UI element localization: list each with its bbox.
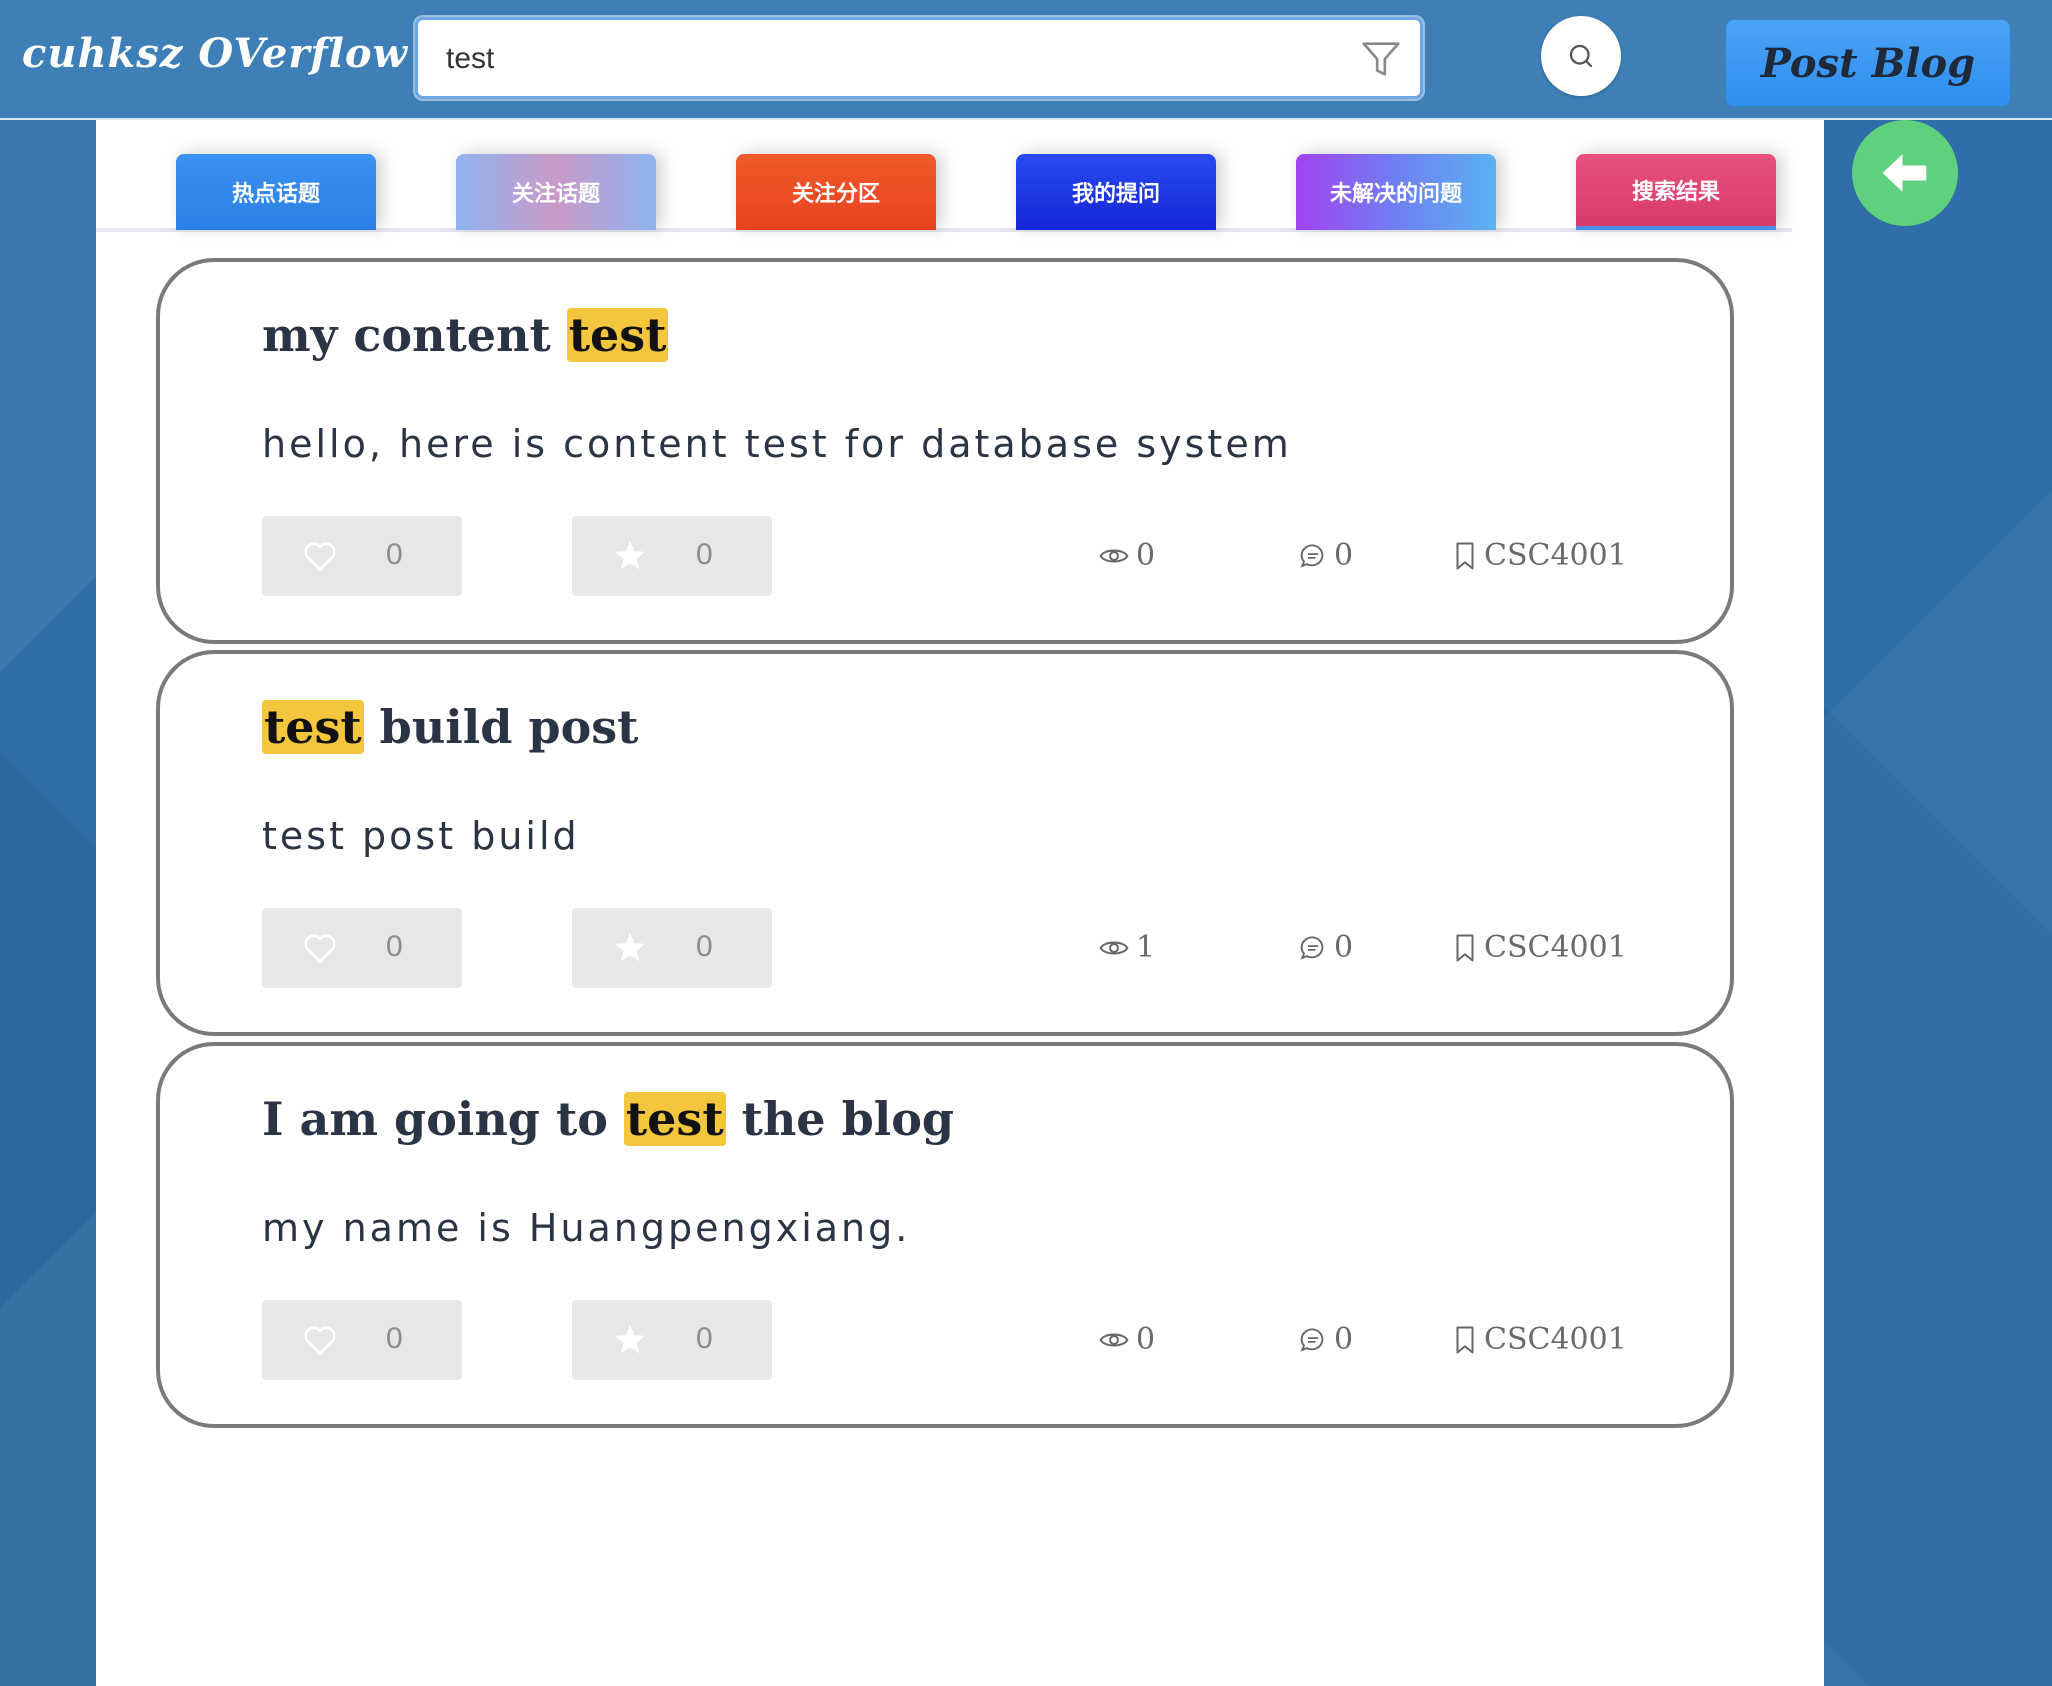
like-button[interactable]: 0 — [262, 516, 462, 596]
arrow-left-icon — [1882, 154, 1927, 192]
site-logo[interactable]: cuhksz OVerflow — [22, 30, 408, 77]
comment-count: 0 — [1298, 1322, 1353, 1357]
tab-followed-topics[interactable]: 关注话题 — [456, 154, 656, 230]
post-tag[interactable]: CSC4001 — [1452, 930, 1627, 965]
bookmark-icon — [1456, 934, 1474, 961]
post-title[interactable]: I am going to test the blog — [262, 1092, 954, 1146]
bookmark-icon — [1456, 542, 1474, 569]
heart-icon — [304, 542, 336, 571]
eye-icon — [1099, 941, 1129, 954]
like-button[interactable]: 0 — [262, 908, 462, 988]
tab-hot-topics[interactable]: 热点话题 — [176, 154, 376, 230]
post-card[interactable]: I am going to test the blog my name is H… — [156, 1042, 1734, 1428]
like-button[interactable]: 0 — [262, 1300, 462, 1380]
favorite-button[interactable]: 0 — [572, 1300, 772, 1380]
view-count: 0 — [1098, 538, 1155, 573]
tab-my-questions[interactable]: 我的提问 — [1016, 154, 1216, 230]
eye-icon — [1099, 549, 1129, 562]
tab-search-results[interactable]: 搜索结果 — [1576, 154, 1776, 230]
post-title[interactable]: my content test — [262, 308, 669, 362]
comment-icon — [1300, 543, 1324, 568]
search-highlight: test — [566, 308, 669, 362]
view-count: 1 — [1098, 930, 1155, 965]
post-card[interactable]: test build post test post build 0 0 1 0 … — [156, 650, 1734, 1036]
comment-count: 0 — [1298, 538, 1353, 573]
post-body: hello, here is content test for database… — [262, 422, 1292, 466]
search-icon — [1569, 44, 1593, 68]
comment-icon — [1300, 935, 1324, 960]
post-body: my name is Huangpengxiang. — [262, 1206, 911, 1250]
back-button[interactable] — [1852, 120, 1958, 226]
favorite-count: 0 — [696, 1322, 713, 1355]
favorite-button[interactable]: 0 — [572, 908, 772, 988]
tabs-bar: 热点话题 关注话题 关注分区 我的提问 未解决的问题 搜索结果 — [96, 120, 1792, 232]
tab-followed-sections[interactable]: 关注分区 — [736, 154, 936, 230]
favorite-count: 0 — [696, 538, 713, 571]
heart-icon — [304, 1326, 336, 1355]
post-body: test post build — [262, 814, 580, 858]
like-count: 0 — [386, 538, 403, 571]
main-panel: 热点话题 关注话题 关注分区 我的提问 未解决的问题 搜索结果 my conte… — [96, 120, 1824, 1686]
star-icon — [615, 541, 645, 570]
favorite-button[interactable]: 0 — [572, 516, 772, 596]
post-title[interactable]: test build post — [262, 700, 638, 754]
filter-icon[interactable] — [1358, 36, 1404, 82]
search-box — [415, 17, 1423, 99]
star-icon — [615, 1325, 645, 1354]
search-highlight: test — [262, 700, 364, 754]
post-blog-button[interactable]: Post Blog — [1726, 20, 2010, 106]
post-tag[interactable]: CSC4001 — [1452, 538, 1627, 573]
like-count: 0 — [386, 930, 403, 963]
post-card[interactable]: my content test hello, here is content t… — [156, 258, 1734, 644]
eye-icon — [1099, 1333, 1129, 1346]
like-count: 0 — [386, 1322, 403, 1355]
comment-count: 0 — [1298, 930, 1353, 965]
favorite-count: 0 — [696, 930, 713, 963]
tab-unsolved-questions[interactable]: 未解决的问题 — [1296, 154, 1496, 230]
top-header: cuhksz OVerflow Post Blog — [0, 0, 2052, 120]
star-icon — [615, 933, 645, 962]
post-tag[interactable]: CSC4001 — [1452, 1322, 1627, 1357]
search-highlight: test — [623, 1092, 726, 1146]
heart-icon — [304, 934, 336, 963]
search-button[interactable] — [1541, 16, 1621, 96]
comment-icon — [1300, 1327, 1324, 1352]
view-count: 0 — [1098, 1322, 1155, 1357]
search-input[interactable] — [446, 38, 1326, 80]
bookmark-icon — [1456, 1326, 1474, 1353]
